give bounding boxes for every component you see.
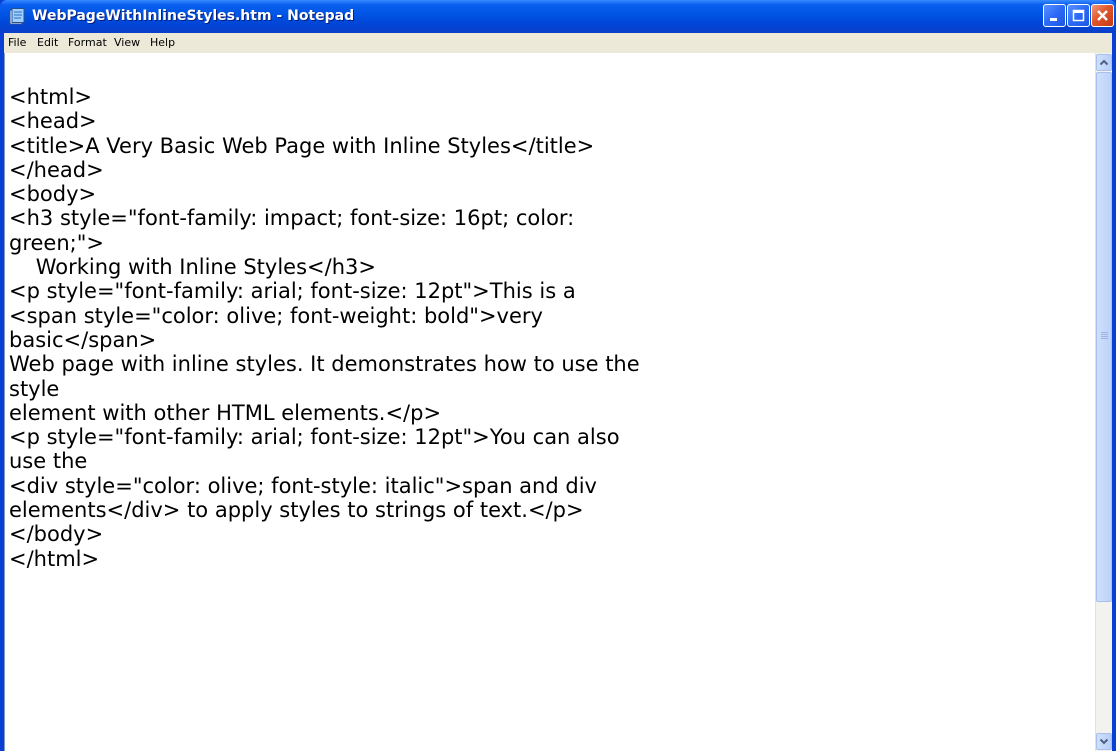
code-line: </head> [9, 157, 104, 182]
thumb-grip [1101, 336, 1108, 337]
menu-file[interactable]: File [8, 36, 26, 49]
text-content[interactable]: <html> <head> <title>A Very Basic Web Pa… [9, 85, 1079, 745]
thumb-grip [1101, 334, 1108, 335]
notepad-window: WebPageWithInlineStyles.htm - Notepad Fi… [0, 0, 1116, 751]
thumb-grip [1101, 332, 1108, 333]
code-line: <span style="color: olive; font-weight: … [9, 303, 543, 328]
code-line: <head> [9, 109, 97, 134]
code-line: basic</span> [9, 327, 157, 352]
code-line: Working with Inline Styles</h3> [9, 255, 376, 280]
menu-edit[interactable]: Edit [37, 36, 58, 49]
code-line: <h3 style="font-family: impact; font-siz… [9, 206, 575, 231]
code-line: <body> [9, 182, 97, 207]
menu-bar: File Edit Format View Help [4, 33, 1112, 53]
code-line: <p style="font-family: arial; font-size:… [9, 425, 620, 450]
menu-view[interactable]: View [114, 36, 140, 49]
scroll-up-button[interactable] [1096, 54, 1112, 71]
code-line: </html> [9, 546, 100, 571]
code-line: elements</div> to apply styles to string… [9, 498, 584, 523]
menu-help[interactable]: Help [150, 36, 175, 49]
maximize-button[interactable] [1067, 4, 1090, 27]
scroll-down-arrow-icon [1099, 738, 1109, 745]
minimize-button[interactable] [1043, 4, 1066, 27]
close-icon [1097, 10, 1108, 21]
title-bar[interactable]: WebPageWithInlineStyles.htm - Notepad [0, 0, 1116, 33]
scroll-thumb[interactable] [1096, 72, 1112, 602]
maximize-icon [1072, 9, 1085, 22]
code-line: green;"> [9, 230, 104, 255]
menu-format[interactable]: Format [68, 36, 107, 49]
code-line: <p style="font-family: arial; font-size:… [9, 279, 576, 304]
code-line: Web page with inline styles. It demonstr… [9, 352, 640, 377]
editor-area[interactable]: <html> <head> <title>A Very Basic Web Pa… [4, 53, 1112, 751]
minimize-icon [1050, 18, 1057, 21]
vertical-scrollbar[interactable] [1095, 53, 1112, 751]
close-button[interactable] [1091, 4, 1114, 27]
scroll-down-button[interactable] [1096, 733, 1112, 750]
window-title: WebPageWithInlineStyles.htm - Notepad [32, 8, 355, 24]
code-line: <html> [9, 85, 93, 109]
code-line: use the [9, 449, 88, 474]
notepad-icon[interactable] [8, 8, 26, 25]
thumb-grip [1101, 338, 1108, 339]
code-line: <div style="color: olive; font-style: it… [9, 473, 597, 498]
code-line: style [9, 376, 60, 401]
code-line: <title>A Very Basic Web Page with Inline… [9, 133, 595, 158]
code-line: element with other HTML elements.</p> [9, 400, 442, 425]
code-line: </body> [9, 522, 104, 547]
scroll-up-arrow-icon [1099, 59, 1109, 66]
